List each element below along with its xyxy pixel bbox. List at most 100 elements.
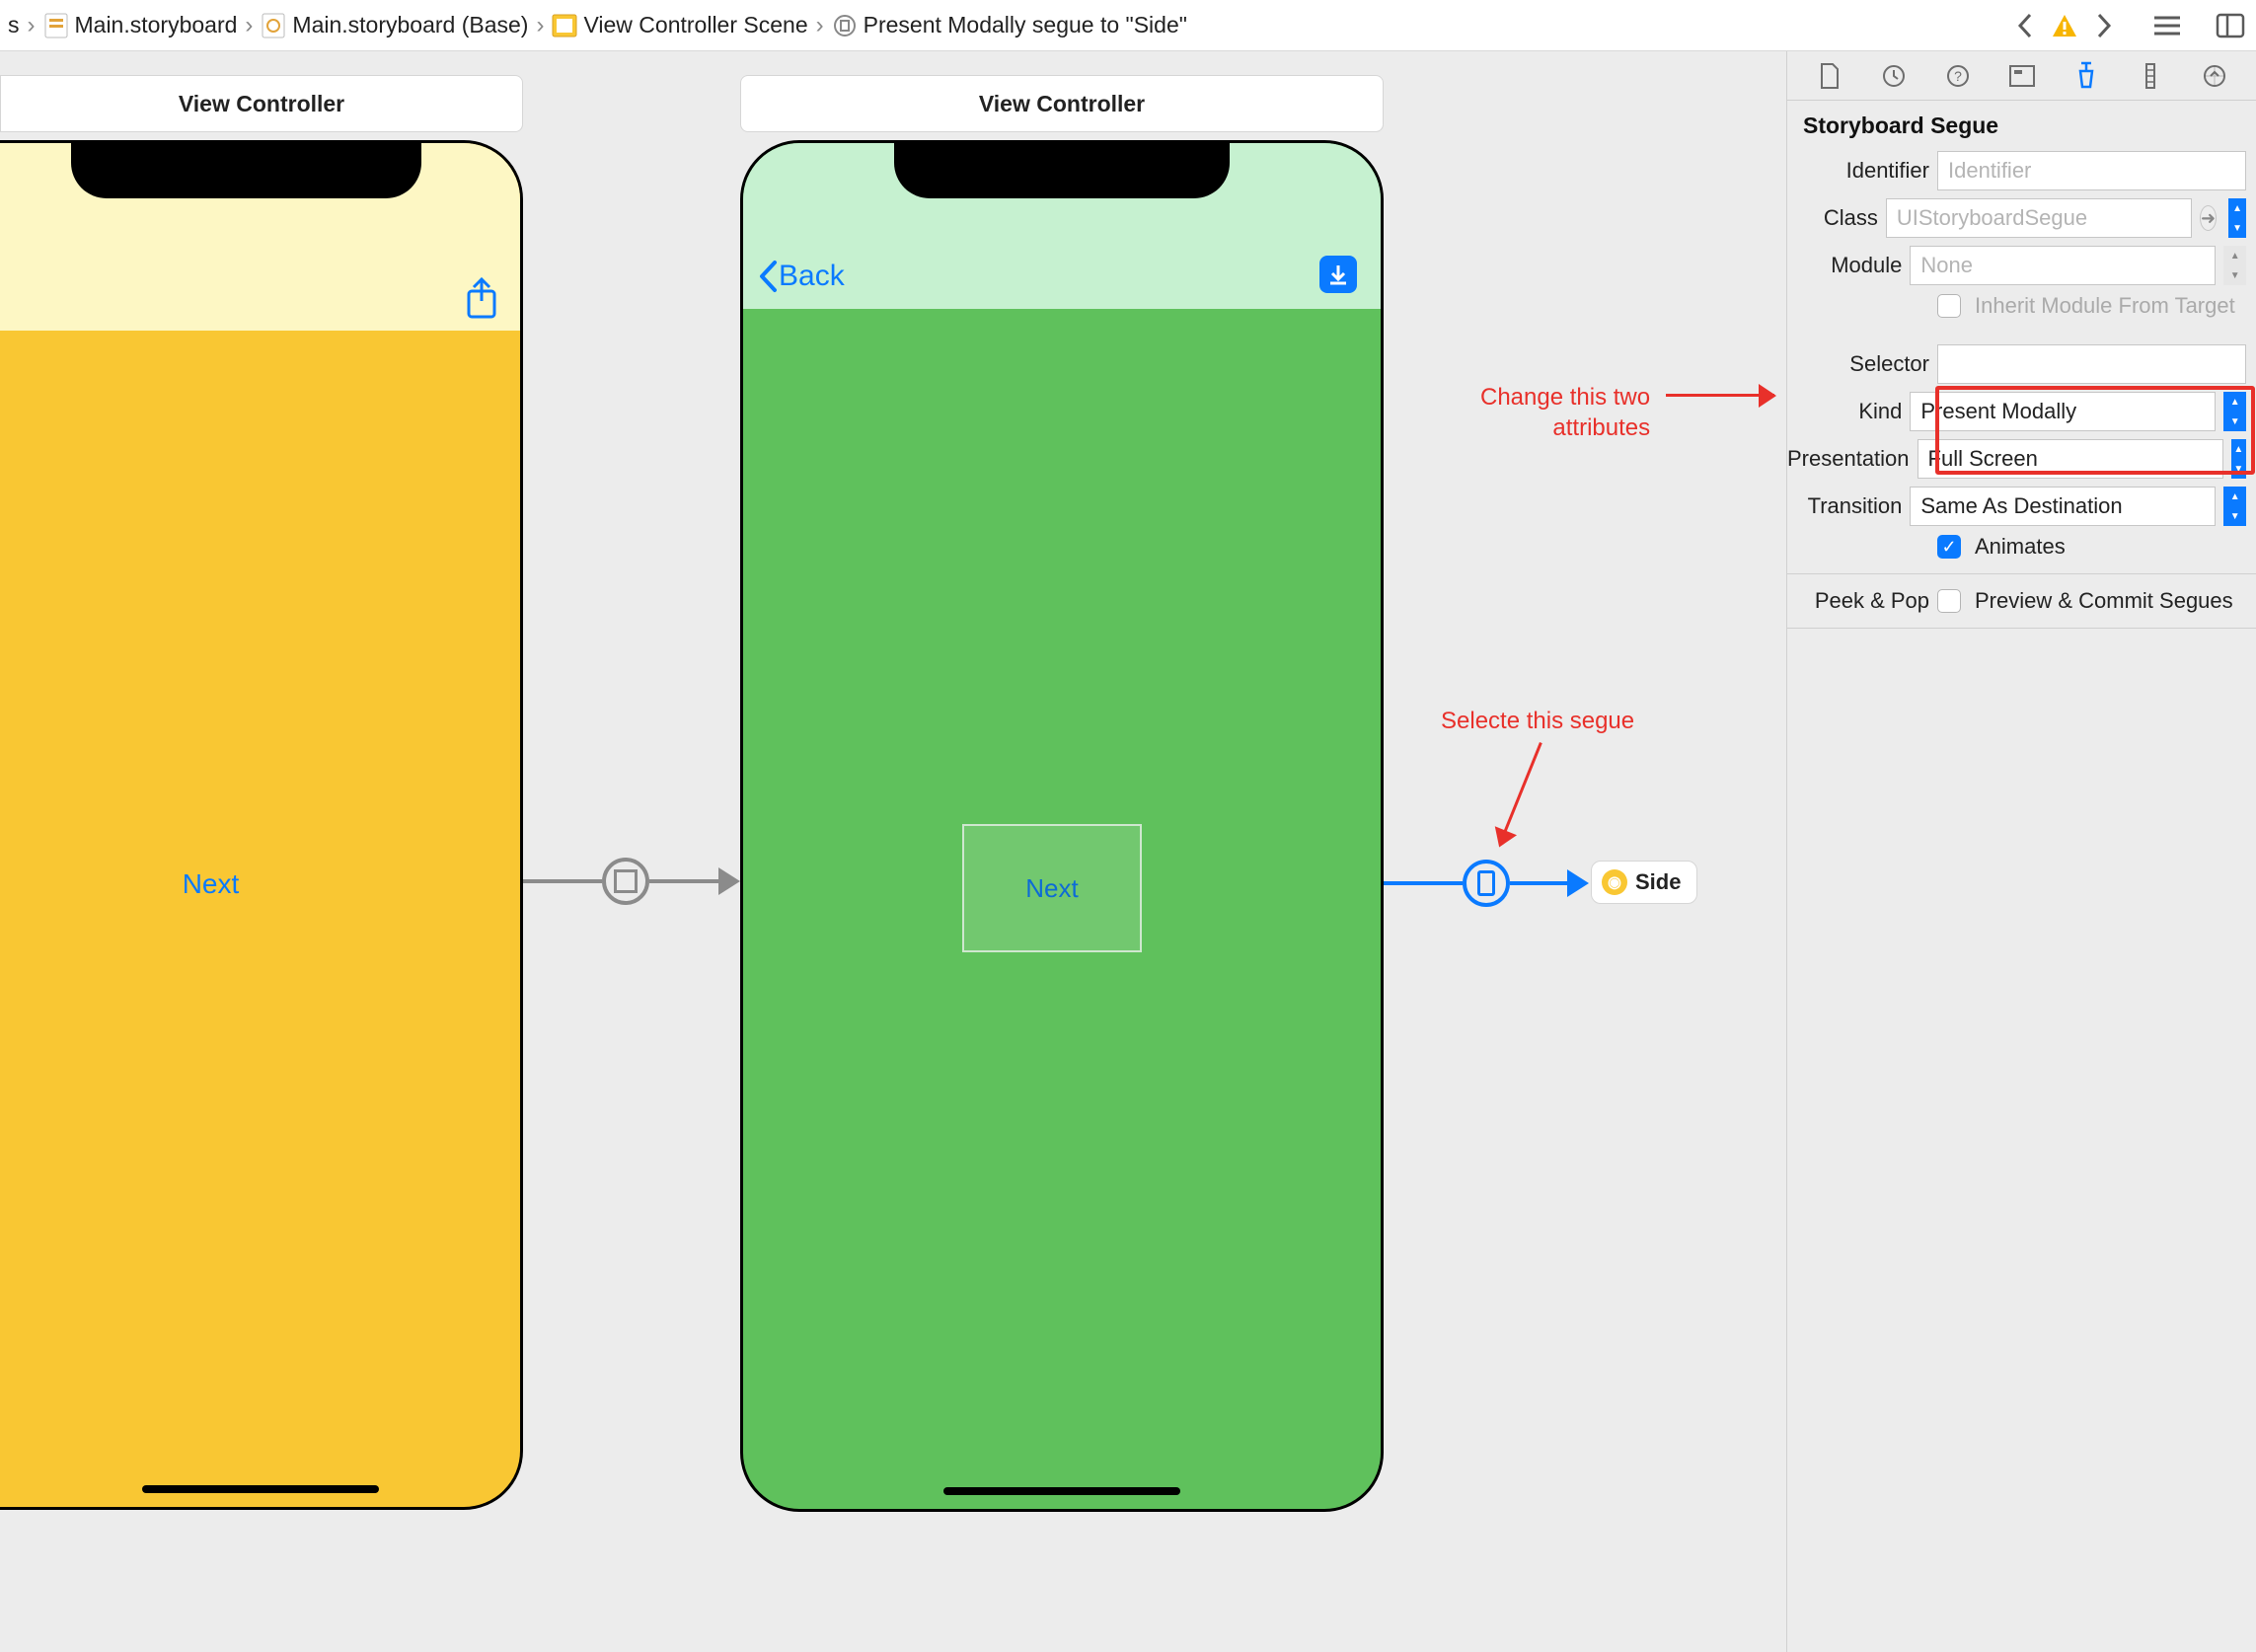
phone-preview-2: Back Next (740, 140, 1384, 1512)
segue-connector (649, 879, 718, 883)
class-row: Class ➜ ▲▼ (1787, 194, 2256, 242)
crumb-main-storyboard-base[interactable]: Main.storyboard (Base) (261, 12, 528, 38)
transition-row: Transition ▲▼ (1787, 483, 2256, 530)
home-indicator (142, 1485, 379, 1493)
back-button[interactable]: Back (757, 260, 845, 293)
class-label: Class (1787, 205, 1878, 231)
outline-toggle-button[interactable] (2149, 8, 2185, 43)
presentation-select[interactable] (1918, 439, 2223, 479)
animates-checkbox[interactable]: ✓ (1937, 535, 1961, 559)
selector-label: Selector (1787, 351, 1929, 377)
scene-header[interactable]: View Controller (740, 75, 1384, 132)
scene-1[interactable]: View Controller Next (0, 75, 523, 1510)
selector-input[interactable] (1937, 344, 2246, 384)
device-notch (71, 141, 421, 198)
crumb-label: Main.storyboard (Base) (292, 12, 528, 38)
next-button[interactable]: Next (183, 868, 240, 900)
segue-connector-selected (1510, 881, 1567, 885)
class-stepper[interactable]: ▲▼ (2228, 198, 2246, 238)
storyboard-file-icon (261, 13, 286, 38)
crumb-truncated[interactable]: s (8, 12, 20, 38)
phone-preview-1: Next (0, 140, 523, 1510)
side-badge-label: Side (1635, 869, 1681, 895)
storyboard-file-icon (43, 13, 69, 38)
chevron-right-icon: › (24, 12, 39, 39)
crumb-scene[interactable]: View Controller Scene (552, 12, 807, 38)
history-inspector-tab[interactable] (1874, 56, 1914, 96)
crumb-label: Main.storyboard (75, 12, 238, 38)
kind-select[interactable] (1910, 392, 2216, 431)
module-label: Module (1787, 253, 1902, 278)
present-modally-glyph (1477, 870, 1495, 896)
module-select[interactable] (1910, 246, 2216, 285)
module-stepper[interactable]: ▲▼ (2223, 246, 2246, 285)
inherit-checkbox[interactable] (1937, 294, 1961, 318)
container-view[interactable]: Next (962, 824, 1142, 952)
storyboard-canvas[interactable]: View Controller Next View Controller (0, 51, 1786, 1652)
share-icon[interactable] (463, 277, 500, 321)
selector-row: Selector (1787, 340, 2256, 388)
separator (1787, 628, 2256, 629)
crumb-label: View Controller Scene (583, 12, 807, 38)
peekpop-row: Peek & Pop Preview & Commit Segues (1787, 584, 2256, 618)
download-icon[interactable] (1319, 256, 1357, 293)
class-input[interactable] (1886, 198, 2192, 238)
crumb-segue[interactable]: Present Modally segue to "Side" (832, 12, 1187, 38)
transition-label: Transition (1787, 493, 1902, 519)
scene-header[interactable]: View Controller (0, 75, 523, 132)
segue-connector-selected (1384, 881, 1463, 885)
peekpop-label: Peek & Pop (1787, 588, 1929, 614)
size-inspector-tab[interactable] (2131, 56, 2170, 96)
arrowhead-icon (1567, 869, 1589, 897)
presentation-row: Presentation ▲▼ (1787, 435, 2256, 483)
warning-icon[interactable] (2047, 8, 2082, 43)
nav-forward-button[interactable] (2086, 8, 2122, 43)
segue-node-selected[interactable] (1463, 860, 1510, 907)
transition-stepper[interactable]: ▲▼ (2223, 487, 2246, 526)
present-modally-glyph (614, 869, 638, 893)
device-notch (894, 141, 1230, 198)
kind-row: Kind ▲▼ (1787, 388, 2256, 435)
segue-connector (523, 879, 602, 883)
chevron-right-icon: › (812, 12, 828, 39)
inherit-row: Inherit Module From Target (1787, 289, 2256, 323)
crumb-main-storyboard[interactable]: Main.storyboard (43, 12, 238, 38)
presentation-label: Presentation (1787, 446, 1910, 472)
adjust-editor-button[interactable] (2213, 8, 2248, 43)
transition-select[interactable] (1910, 487, 2216, 526)
connections-inspector-tab[interactable] (2195, 56, 2234, 96)
identifier-label: Identifier (1787, 158, 1929, 184)
crumb-label: Present Modally segue to "Side" (864, 12, 1187, 38)
inherit-label: Inherit Module From Target (1969, 293, 2235, 319)
side-scene-badge[interactable]: ◉ Side (1591, 861, 1697, 904)
breadcrumb-bar: s › Main.storyboard › Main.storyboard (B… (0, 0, 2256, 51)
animates-label: Animates (1969, 534, 2066, 560)
help-inspector-tab[interactable]: ? (1938, 56, 1978, 96)
presentation-stepper[interactable]: ▲▼ (2231, 439, 2246, 479)
kind-stepper[interactable]: ▲▼ (2223, 392, 2246, 431)
module-row: Module ▲▼ (1787, 242, 2256, 289)
nav-back-button[interactable] (2007, 8, 2043, 43)
back-label: Back (779, 260, 845, 293)
inspector-section-title: Storyboard Segue (1787, 101, 2256, 147)
inspector-tabs: ? (1787, 51, 2256, 101)
separator (1787, 573, 2256, 574)
arrowhead-icon (718, 867, 740, 895)
svg-text:?: ? (1954, 68, 1962, 84)
file-inspector-tab[interactable] (1810, 56, 1849, 96)
identifier-input[interactable] (1937, 151, 2246, 190)
annotation-select-segue: Selecte this segue (1441, 706, 1634, 736)
class-jump-button[interactable]: ➜ (2200, 205, 2217, 231)
identity-inspector-tab[interactable] (2002, 56, 2042, 96)
chevron-right-icon: › (532, 12, 548, 39)
preview-commit-checkbox[interactable] (1937, 589, 1961, 613)
home-indicator (943, 1487, 1180, 1495)
segue-node-present[interactable] (602, 858, 649, 905)
preview-commit-label: Preview & Commit Segues (1969, 588, 2233, 614)
scene-2[interactable]: View Controller Back Next (740, 75, 1384, 1512)
segue-icon (832, 13, 858, 38)
attributes-inspector-tab[interactable] (2067, 56, 2106, 96)
inspector-panel: ? Storyboard Segue Identifier Class ➜ ▲▼… (1786, 51, 2256, 1652)
annotation-arrow (1499, 742, 1542, 844)
annotation-change-attrs: Change this two attributes (1480, 382, 1650, 443)
